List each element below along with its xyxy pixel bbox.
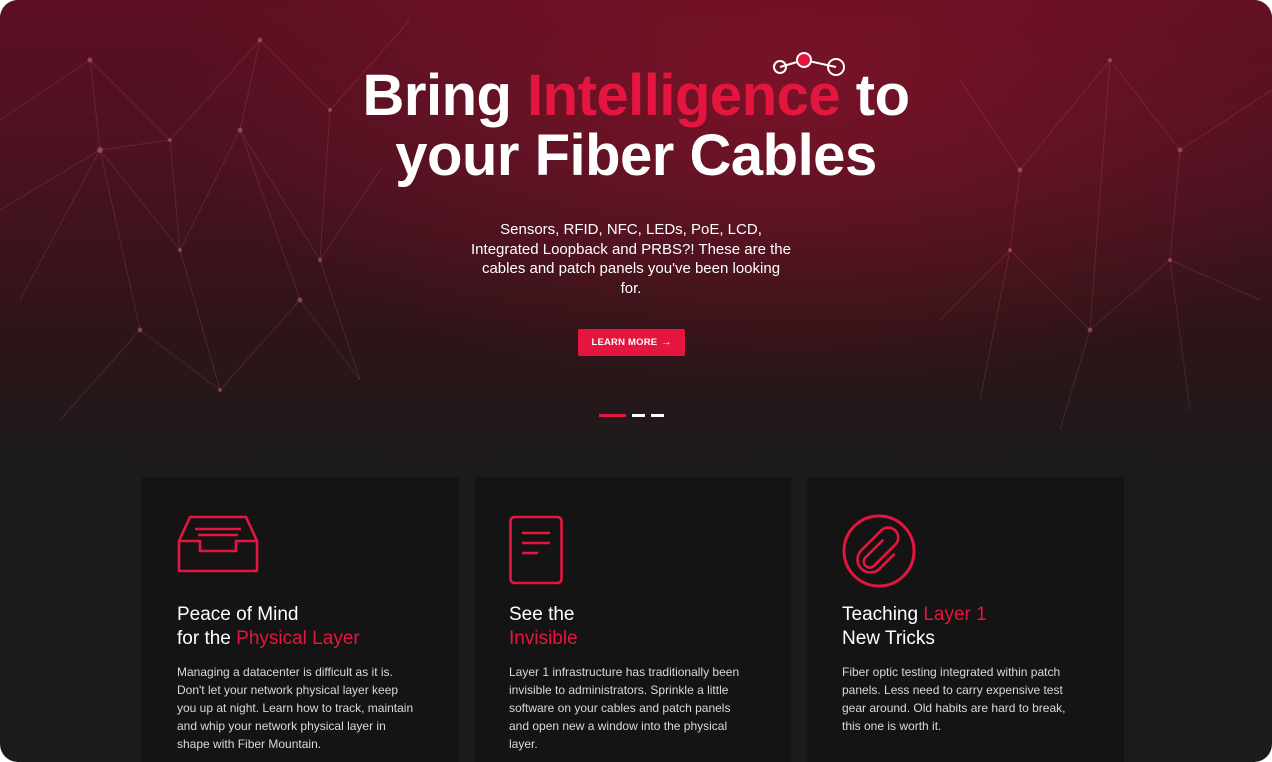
hero-title-accent: Intelligence: [527, 63, 841, 128]
card-title: Peace of Mind for the Physical Layer: [177, 603, 360, 651]
page-frame: Bring Intelligence to your Fiber Cables …: [0, 0, 1272, 762]
card-title-prefix: Teaching: [842, 604, 924, 625]
hero-title: Bring Intelligence to your Fiber Cables: [0, 66, 1272, 186]
slider-pagination: [599, 414, 664, 417]
hero-title-part1: Bring: [362, 63, 528, 128]
card-body: Fiber optic testing integrated within pa…: [842, 665, 1066, 733]
card-title-prefix: for the: [177, 628, 237, 649]
card-title-accent: Layer 1: [923, 604, 987, 625]
learn-more-label: LEARN MORE: [591, 337, 658, 348]
card-title-line1: Peace of Mind: [177, 604, 299, 625]
card-title: See the Invisible: [509, 603, 578, 651]
card-title-accent: Invisible: [509, 628, 578, 649]
feature-card-invisible: See the Invisible Layer 1 infrastructure…: [474, 477, 791, 762]
learn-more-button[interactable]: LEARN MORE →: [578, 329, 685, 356]
hero-title-part2: to: [840, 63, 910, 128]
hero-section: Bring Intelligence to your Fiber Cables …: [0, 0, 1272, 470]
hero-subtitle: Sensors, RFID, NFC, LEDs, PoE, LCD, Inte…: [471, 221, 791, 297]
slide-dot-3[interactable]: [651, 414, 664, 417]
card-title-accent: Physical Layer: [236, 628, 360, 649]
arrow-right-icon: →: [661, 337, 672, 348]
slide-dot-1[interactable]: [599, 414, 626, 417]
card-title: Teaching Layer 1 New Tricks: [842, 603, 987, 651]
feature-card-layer1: Teaching Layer 1 New Tricks Fiber optic …: [807, 477, 1124, 762]
paperclip-icon: [842, 514, 916, 588]
card-title-line1: See the: [509, 604, 575, 625]
feature-card-physical-layer: Peace of Mind for the Physical Layer Man…: [142, 477, 459, 762]
hero-title-line2: your Fiber Cables: [395, 123, 877, 188]
card-body: Managing a datacenter is difficult as it…: [177, 665, 414, 751]
slide-dot-2[interactable]: [632, 414, 645, 417]
card-title-line2: New Tricks: [842, 628, 935, 649]
document-icon: [509, 515, 563, 585]
inbox-tray-icon: [177, 515, 259, 573]
card-body: Layer 1 infrastructure has traditionally…: [509, 665, 740, 751]
